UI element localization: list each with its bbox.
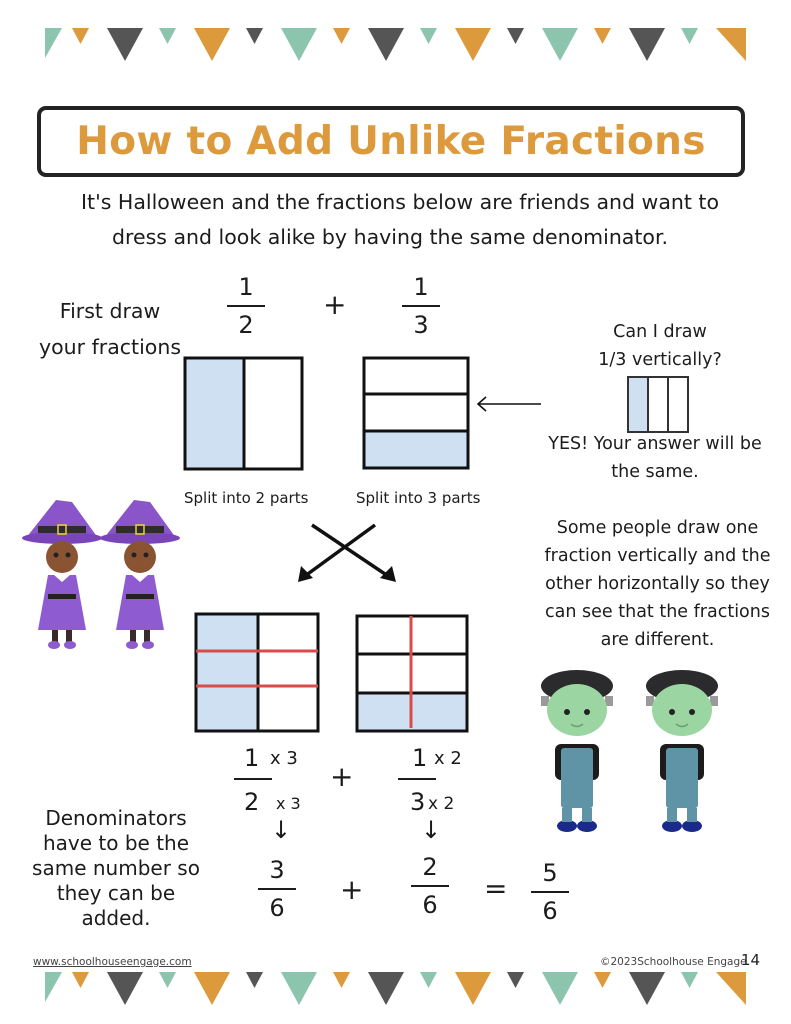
bunting-flag [194,972,230,1005]
hat-band [116,526,164,533]
orientation-note-line: fraction vertically and the [544,546,771,566]
witch-figure [100,500,180,649]
numerator: 3 [269,856,285,884]
denominator-note-line: added. [81,906,151,930]
bunting-flag [681,972,698,988]
witch-dress [116,575,164,630]
shaded-part [196,614,258,731]
model-one-half [183,356,304,471]
bunting-flag [455,972,491,1005]
equivalent-fraction-a: 1 x 3 2 x 3 [232,744,342,824]
bunting-flag [420,972,437,988]
down-arrow-icon: ↓ [271,816,292,844]
denominator: 6 [422,891,438,919]
fraction-bar [531,891,569,893]
caption-split-2: Split into 2 parts [184,489,309,507]
model-one-third [362,356,470,470]
denominator-note-line: they can be [56,881,176,905]
question-line1: Can I draw [613,322,707,342]
draw-orientation-note: Some people draw one fraction vertically … [530,514,785,654]
fraction-sum-five-sixths: 5 6 [530,858,570,926]
denominator-multiplier: x 2 [428,794,455,814]
witch-belt [48,594,76,599]
bunting-flag [107,972,143,1005]
bunting-flag [159,972,176,988]
bottom-bunting [45,972,746,1005]
model-three-sixths [194,612,320,733]
bunting-flag [368,972,404,1005]
monster-figure [646,670,718,832]
model-one-third-vertical [627,376,689,433]
numerator-multiplier: x 3 [270,748,298,769]
shaded-part [628,377,648,432]
monster-overalls [561,748,593,808]
shaded-part [185,358,244,469]
witch-belt [126,594,154,599]
bunting-flag [45,972,62,1002]
witch-dress [38,575,86,630]
witch-face [46,541,78,573]
orientation-note-line: can see that the fractions [545,602,770,622]
denominator: 3 [410,788,426,816]
fraction-bar [258,888,296,890]
equals-sign: = [484,872,508,905]
witch-illustration [22,500,180,649]
numerator: 1 [412,744,428,772]
witch-figure [22,500,102,649]
denominator-multiplier: x 3 [276,794,301,813]
bunting-flag [333,972,350,988]
monster-face [547,684,607,736]
bunting-flag [246,972,263,988]
bunting-flag [281,972,317,1005]
fraction-bar [398,778,436,780]
fraction-bar [234,778,272,780]
numerator: 5 [542,859,558,887]
down-arrow-icon: ↓ [421,816,442,844]
orientation-note-line: other horizontally so they [545,574,770,594]
bunting-flag [72,972,89,988]
monster-face [652,684,712,736]
website-link[interactable]: www.schoolhouseengage.com [33,956,192,968]
page-number: 14 [741,951,761,969]
denominator-note-line: have to be the [42,831,190,855]
orientation-note-line: are different. [600,630,715,650]
vertical-answer: YES! Your answer will be the same. [540,430,770,486]
denominator-note: Denominators have to be the same number so… [18,806,214,931]
question-line2: 1/3 vertically? [598,350,722,370]
bunting-flag [716,972,746,1005]
monster-illustration [541,670,718,832]
model-two-sixths [355,614,469,733]
arrow-left-icon [476,396,541,412]
denominator: 6 [269,894,285,922]
bunting-flag [507,972,524,988]
copyright-text: ©2023Schoolhouse Engage [600,956,747,968]
numerator: 2 [422,853,438,881]
bunting-flag [542,972,578,1005]
fraction-bar [411,885,449,887]
monster-figure [541,670,613,832]
fraction-three-sixths: 3 6 [257,855,297,923]
cross-arrows-icon [298,523,396,582]
witch-face [124,541,156,573]
bunting-flag [629,972,665,1005]
caption-split-3: Split into 3 parts [356,489,481,507]
denominator: 6 [542,897,558,925]
fraction-two-sixths: 2 6 [410,852,450,920]
vertical-question: Can I draw 1/3 vertically? [560,318,760,374]
equivalent-fraction-b: 1 x 2 3 x 2 [398,744,508,824]
plus-sign: + [340,873,364,906]
answer-line1: YES! Your answer will be [548,434,762,454]
orientation-note-line: Some people draw one [556,518,759,538]
plus-sign: + [330,760,354,793]
hat-band [38,526,86,533]
numerator-multiplier: x 2 [434,748,462,769]
bunting-flag [594,972,611,988]
monster-overalls [666,748,698,808]
shaded-part [364,431,468,468]
denominator-note-line: Denominators [45,806,187,830]
numerator: 1 [244,744,260,772]
denominator: 2 [244,788,260,816]
answer-line2: the same. [611,462,699,482]
denominator-note-line: same number so [32,856,200,880]
